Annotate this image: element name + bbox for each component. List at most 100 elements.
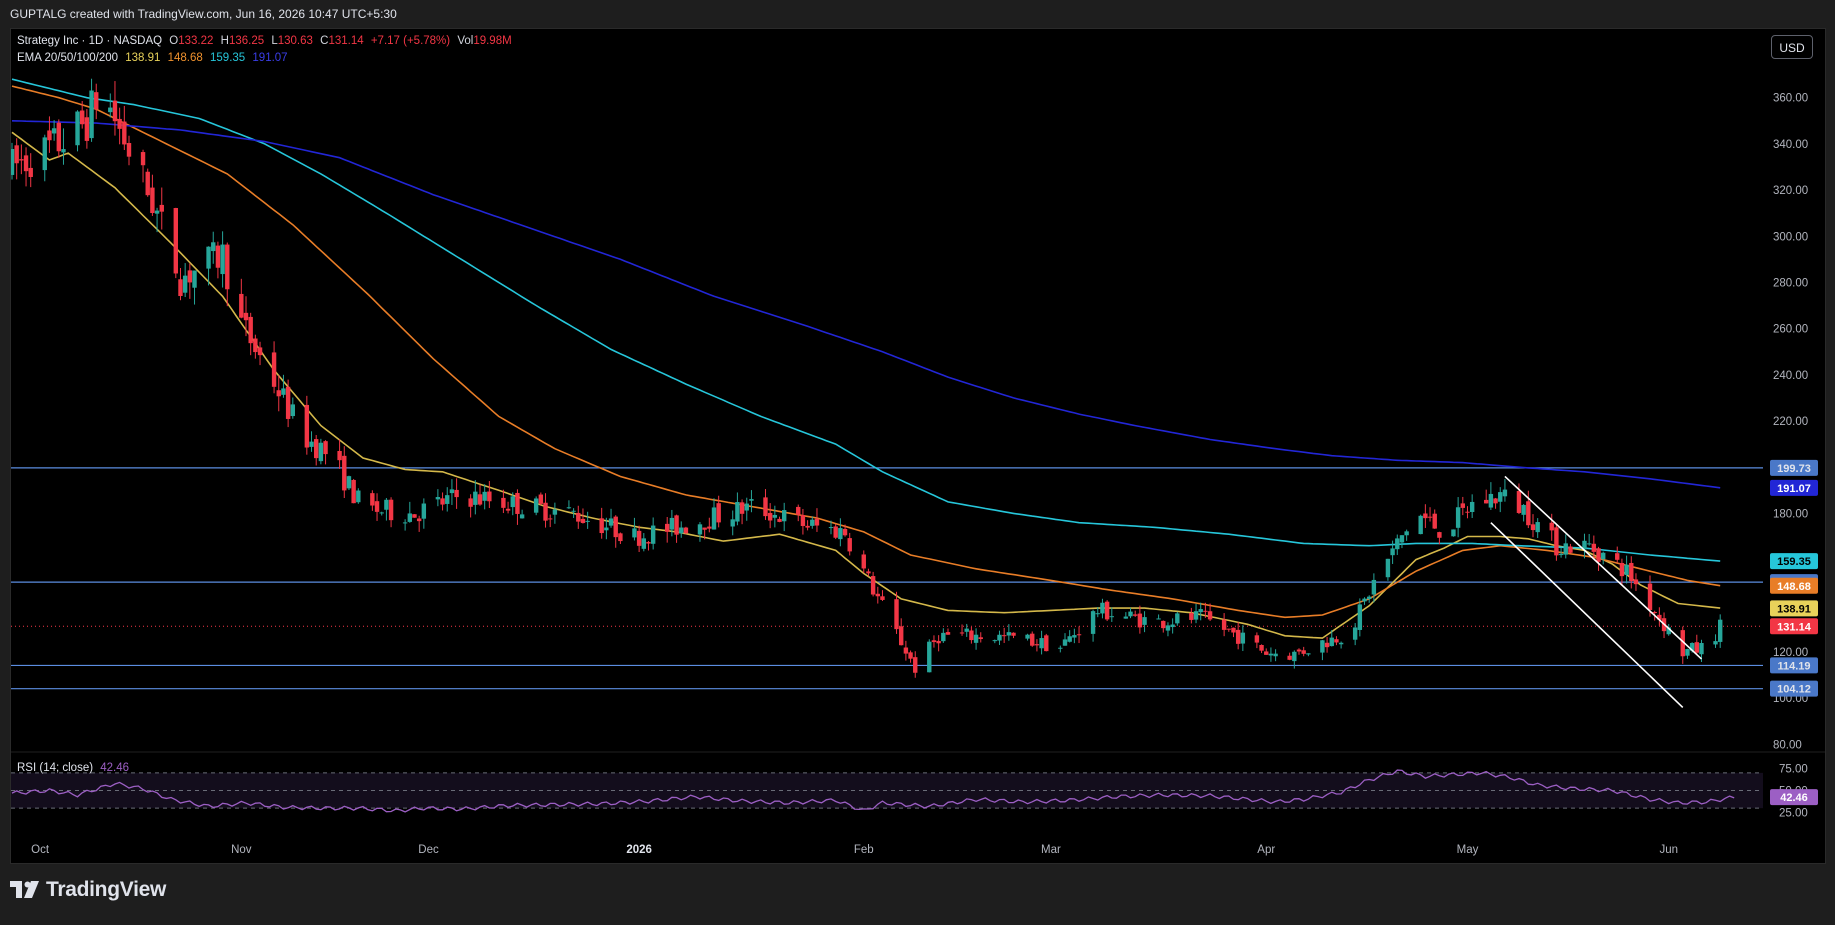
- candle-up: [1469, 501, 1475, 512]
- rsi-axis-tick-label: 75.00: [1779, 763, 1808, 775]
- candle-up: [1535, 522, 1540, 533]
- chart-frame[interactable]: 380.00360.00340.00320.00300.00280.00260.…: [10, 28, 1826, 864]
- candle-up: [1273, 653, 1278, 657]
- candle-down: [931, 640, 937, 643]
- candle-up: [782, 510, 787, 522]
- candle-down: [1652, 611, 1657, 614]
- price-badge-text: 191.07: [1777, 483, 1811, 495]
- change-value: +7.17 (+5.78%): [370, 35, 451, 47]
- candle-down: [47, 130, 52, 141]
- candle-up: [182, 275, 188, 293]
- candle-down: [1530, 524, 1536, 531]
- candle-down: [842, 528, 848, 536]
- candle-down: [636, 530, 642, 546]
- candle-down: [870, 576, 876, 595]
- symbol-legend: Strategy Inc · 1D · NASDAQ O133.22 H136.…: [17, 35, 516, 47]
- candle-down: [454, 489, 459, 498]
- candle-down: [487, 491, 492, 502]
- candle-up: [75, 111, 80, 146]
- ema-legend: EMA 20/50/100/200 138.91 148.68 159.35 1…: [17, 52, 292, 64]
- candle-up: [711, 507, 717, 530]
- ema200-value: 191.07: [252, 52, 288, 64]
- candle-down: [646, 542, 651, 544]
- candle-down: [1549, 522, 1554, 531]
- candle-up: [379, 512, 384, 514]
- candle-up: [1170, 624, 1175, 628]
- candle-down: [416, 518, 422, 522]
- currency-button[interactable]: USD: [1771, 35, 1813, 59]
- candle-up: [346, 476, 352, 489]
- candle-down: [1437, 532, 1442, 538]
- candle-up: [206, 246, 211, 269]
- candle-down: [159, 204, 164, 212]
- ema100-value: 159.35: [210, 52, 246, 64]
- candle-down: [683, 527, 689, 534]
- candle-up: [220, 244, 225, 275]
- candle-down: [945, 632, 951, 635]
- candle-down: [477, 494, 483, 505]
- candle-up: [1601, 552, 1606, 560]
- candle-up: [730, 519, 735, 527]
- candle-down: [215, 245, 221, 268]
- candle-down: [370, 493, 375, 506]
- candle-down: [351, 479, 356, 504]
- candle-up: [1404, 531, 1409, 536]
- candle-up: [1563, 543, 1568, 555]
- candle-up: [1100, 602, 1105, 614]
- candle-up: [810, 519, 815, 526]
- candle-up: [449, 489, 455, 494]
- price-badge-text: 114.19: [1777, 660, 1810, 672]
- candle-up: [1329, 637, 1334, 647]
- candle-down: [796, 506, 801, 515]
- candle-up: [1399, 535, 1405, 543]
- x-axis-tick-label: Apr: [1257, 844, 1275, 856]
- candle-down: [880, 596, 885, 600]
- candle-up: [435, 497, 441, 500]
- candle-down: [178, 279, 183, 297]
- price-badge-text: 131.14: [1777, 621, 1812, 633]
- tradingview-logo[interactable]: TradingView: [10, 878, 166, 902]
- candle-up: [356, 490, 361, 503]
- candle-up: [533, 498, 539, 513]
- candle-down: [225, 244, 230, 290]
- candle-down: [112, 100, 118, 122]
- price-badge-text: 104.12: [1777, 684, 1811, 696]
- candle-down: [1034, 644, 1040, 646]
- price-badge-text: 159.35: [1777, 556, 1811, 568]
- candle-down: [187, 270, 193, 283]
- candle-up: [309, 441, 314, 447]
- candle-up: [973, 634, 979, 643]
- candle-up: [927, 641, 932, 673]
- candle-up: [1488, 493, 1494, 508]
- candle-up: [828, 527, 834, 529]
- ema100-line: [11, 78, 1721, 562]
- candle-down: [543, 502, 548, 521]
- candle-down: [117, 118, 122, 129]
- y-axis-tick-label: 220.00: [1773, 416, 1808, 428]
- candle-down: [899, 626, 904, 646]
- candle-up: [749, 499, 754, 501]
- candle-up: [1198, 609, 1203, 613]
- footer-bar: TradingView: [0, 866, 1835, 925]
- candle-down: [894, 599, 899, 630]
- candle-up: [482, 491, 487, 501]
- candle-up: [1558, 553, 1564, 556]
- chart-canvas[interactable]: 380.00360.00340.00320.00300.00280.00260.…: [11, 29, 1825, 863]
- candle-down: [707, 526, 712, 529]
- candle-up: [1175, 613, 1180, 624]
- candle-down: [388, 499, 394, 521]
- candle-down: [674, 515, 679, 535]
- x-axis-tick-label: Mar: [1041, 844, 1061, 856]
- candle-down: [253, 338, 258, 353]
- candle-down: [1001, 635, 1007, 637]
- candle-down: [538, 494, 544, 504]
- candle-down: [739, 502, 745, 514]
- tradingview-logo-icon: [10, 881, 39, 898]
- candle-up: [1451, 529, 1456, 537]
- candle-down: [84, 117, 90, 141]
- candle-up: [1718, 619, 1723, 642]
- rsi-value: 42.46: [100, 762, 130, 774]
- candle-up: [445, 495, 450, 504]
- candle-up: [1292, 651, 1297, 662]
- candle-down: [243, 312, 249, 321]
